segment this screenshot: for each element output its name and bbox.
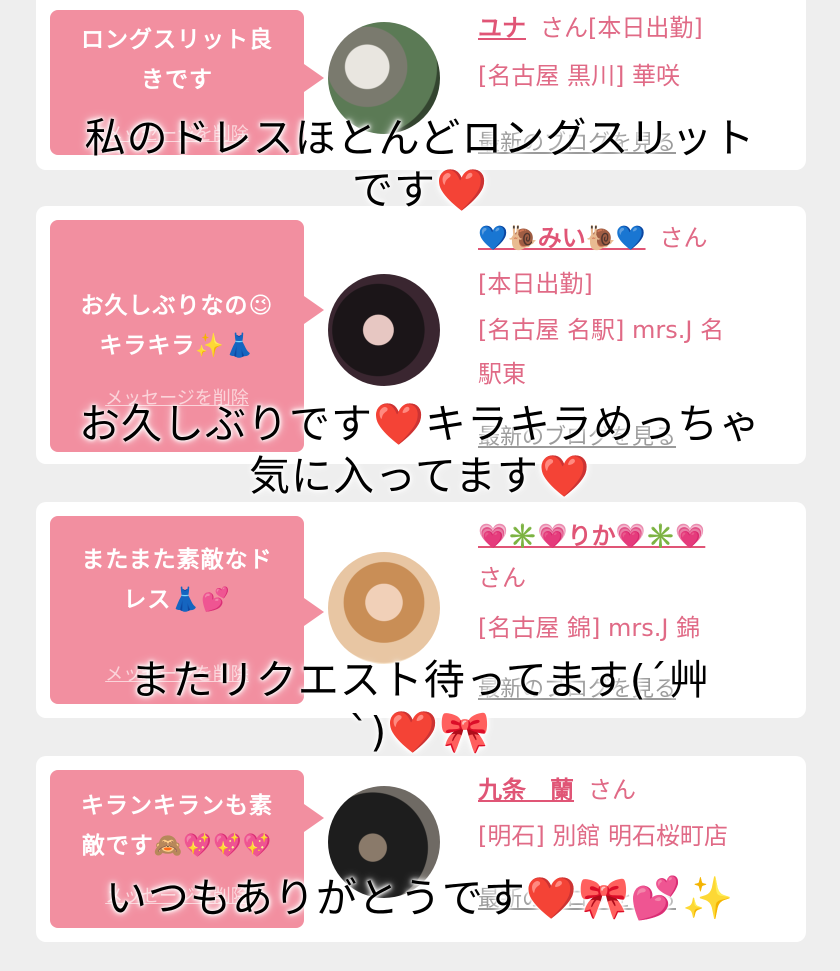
- location-label: [名古屋 錦] mrs.J 錦: [478, 614, 701, 642]
- caption-line: `)❤️🎀: [348, 708, 492, 756]
- overlay-caption: 私のドレスほとんどロングスリット です❤️: [0, 112, 840, 216]
- location-label: 駅東: [478, 360, 526, 388]
- message-line: キランキランも素: [81, 793, 273, 819]
- honorific: さん: [540, 14, 588, 42]
- caption-line: 私のドレスほとんどロングスリット: [84, 114, 756, 162]
- message-line: ロングスリット良: [81, 27, 273, 53]
- profile-name-link[interactable]: 九条 蘭: [478, 776, 574, 804]
- message-text: お久しぶりなの😉 キラキラ✨👗: [58, 286, 296, 366]
- caption-line: またリクエスト待ってます(´艸: [129, 656, 711, 704]
- message-line: 敵です🙈💖💖💖: [81, 833, 273, 859]
- overlay-caption: またリクエスト待ってます(´艸 `)❤️🎀: [0, 654, 840, 758]
- profile-name-link[interactable]: ユナ: [478, 14, 526, 42]
- profile-name-link[interactable]: 💗✳️💗りか💗✳️💗: [478, 522, 705, 550]
- message-text: ロングスリット良 きです: [58, 20, 296, 100]
- message-line: お久しぶりなの😉: [80, 293, 274, 319]
- message-line: またまた素敵なド: [81, 547, 273, 573]
- message-line: きです: [141, 67, 213, 93]
- location-label: [名古屋 名駅] mrs.J 名: [478, 316, 725, 344]
- caption-line: 気に入ってます❤️: [249, 452, 591, 500]
- location-label: [名古屋 黒川] 華咲: [478, 62, 680, 90]
- profile-name-link[interactable]: 💙🐌みい🐌💙: [478, 224, 646, 252]
- status-label: [本日出勤]: [478, 270, 593, 298]
- status-label: [本日出勤]: [588, 14, 703, 42]
- honorific: さん: [588, 776, 636, 804]
- caption-line: お久しぶりです❤️キラキラめっちゃ: [78, 400, 762, 448]
- message-line: レス👗💕: [123, 587, 231, 613]
- avatar[interactable]: [328, 552, 440, 664]
- message-text: またまた素敵なド レス👗💕: [58, 540, 296, 620]
- honorific: さん: [478, 564, 526, 592]
- message-line: キラキラ✨👗: [99, 333, 255, 359]
- avatar[interactable]: [328, 274, 440, 386]
- overlay-caption: いつもありがとうです❤️🎀💕✨: [0, 872, 840, 924]
- caption-line: いつもありがとうです❤️🎀💕✨: [105, 874, 735, 922]
- overlay-caption: お久しぶりです❤️キラキラめっちゃ 気に入ってます❤️: [0, 398, 840, 502]
- message-list-page: ロングスリット良 きです メッセージを削除 ユナ さん[本日出勤] [名古屋 黒川…: [0, 0, 840, 971]
- honorific: さん: [659, 224, 708, 252]
- caption-line: です❤️: [351, 166, 489, 214]
- location-label: [明石] 別館 明石桜町店: [478, 822, 728, 850]
- message-text: キランキランも素 敵です🙈💖💖💖: [58, 786, 296, 866]
